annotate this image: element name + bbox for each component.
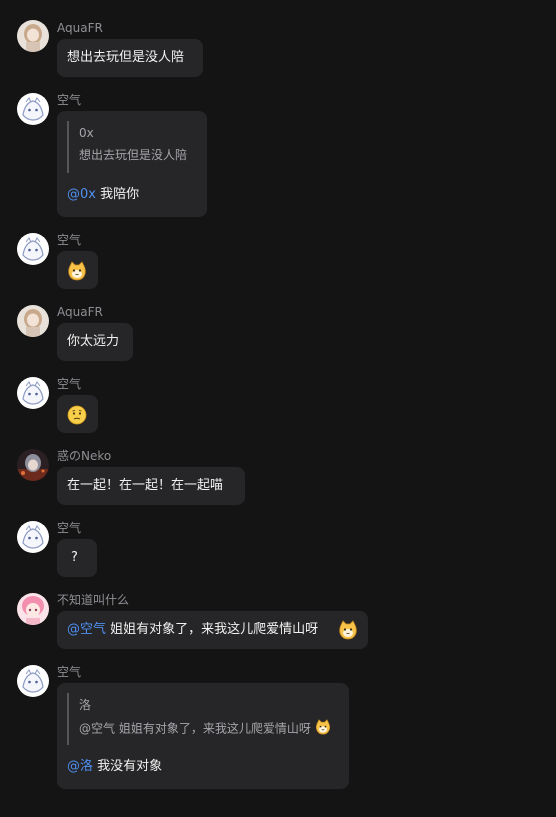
message-text: 在一起！在一起！在一起喵 (67, 478, 224, 493)
message-bubble[interactable]: 你太远力 (57, 323, 133, 361)
sender-name: AquaFR (57, 305, 103, 319)
sender-name: 空气 (57, 521, 82, 535)
mention-link[interactable]: @空气 (67, 622, 106, 637)
sender-name: 空气 (57, 665, 82, 679)
avatar[interactable] (17, 233, 49, 265)
avatar[interactable] (17, 20, 49, 52)
quoted-text-line: @空气 姐姐有对象了，来我这儿爬爱情山呀 (79, 719, 331, 739)
message-text: 姐姐有对象了，来我这儿爬爱情山呀 (110, 622, 319, 637)
message-text: 我没有对象 (97, 759, 163, 774)
mention-link[interactable]: @洛 (67, 759, 93, 774)
sender-name: 空气 (57, 377, 82, 391)
cat-face-emoji (67, 261, 87, 285)
cat-face-emoji (338, 620, 358, 644)
quoted-author: 0x (79, 126, 94, 140)
quoted-message[interactable]: 洛 @空气 姐姐有对象了，来我这儿爬爱情山呀 (67, 693, 331, 745)
quoted-text: 想出去玩但是没人陪 (79, 148, 188, 162)
avatar[interactable] (17, 305, 49, 337)
message-bubble[interactable]: ? (57, 539, 97, 577)
message-bubble[interactable] (57, 395, 98, 433)
avatar[interactable] (17, 377, 49, 409)
avatar[interactable] (17, 93, 49, 125)
sender-name: 惑のNeko (57, 449, 112, 463)
sender-name: 不知道叫什么 (57, 593, 130, 607)
sender-name: 空气 (57, 233, 82, 247)
message-bubble[interactable]: 想出去玩但是没人陪 (57, 39, 203, 77)
message-text-line: @空气 姐姐有对象了，来我这儿爬爱情山呀 (67, 622, 318, 638)
avatar[interactable] (17, 665, 49, 697)
quoted-message[interactable]: 0x 想出去玩但是没人陪 (67, 121, 187, 173)
sender-name: AquaFR (57, 21, 103, 35)
avatar[interactable] (17, 449, 49, 481)
message-text: 你太远力 (67, 334, 120, 349)
quoted-author: 洛 (79, 698, 92, 712)
avatar[interactable] (17, 521, 49, 553)
message-text: 我陪你 (100, 187, 140, 202)
message-bubble[interactable] (57, 251, 98, 289)
message-text-line: @洛 我没有对象 (67, 759, 162, 775)
mention-link[interactable]: @0x (67, 187, 96, 202)
confused-face-emoji (67, 405, 87, 429)
message-bubble[interactable]: 洛 @空气 姐姐有对象了，来我这儿爬爱情山呀 @洛 我没有对象 (57, 683, 349, 789)
message-bubble[interactable]: 0x 想出去玩但是没人陪 @0x 我陪你 (57, 111, 207, 217)
message-text: ? (71, 550, 78, 565)
sender-name: 空气 (57, 93, 82, 107)
message-bubble[interactable]: @空气 姐姐有对象了，来我这儿爬爱情山呀 (57, 611, 368, 649)
cat-face-emoji (315, 719, 331, 739)
avatar[interactable] (17, 593, 49, 625)
message-text-line: @0x 我陪你 (67, 187, 139, 203)
message-text: 想出去玩但是没人陪 (67, 50, 185, 65)
message-bubble[interactable]: 在一起！在一起！在一起喵 (57, 467, 245, 505)
quoted-text: @空气 姐姐有对象了，来我这儿爬爱情山呀 (79, 721, 311, 736)
